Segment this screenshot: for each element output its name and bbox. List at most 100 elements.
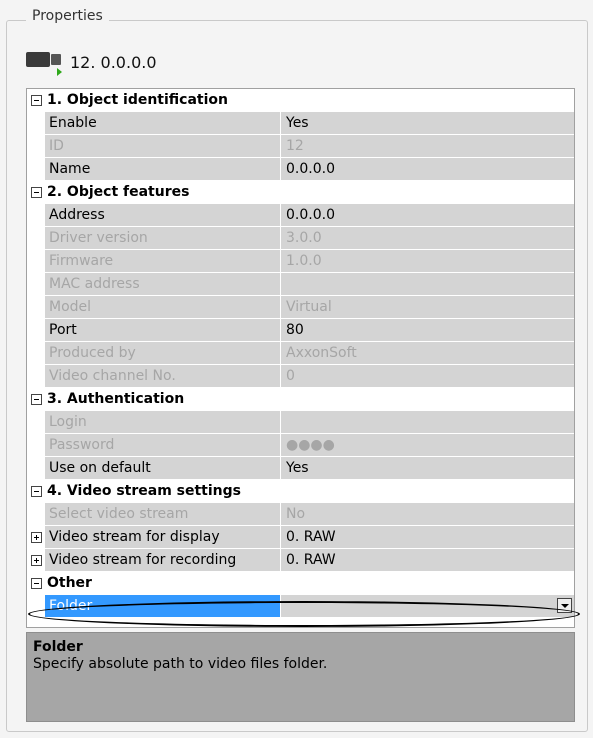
section-other[interactable]: Other bbox=[27, 572, 574, 595]
object-header: 12. 0.0.0.0 bbox=[26, 42, 157, 82]
property-value bbox=[281, 411, 574, 434]
row-indent bbox=[27, 296, 45, 319]
description-pane: Folder Specify absolute path to video fi… bbox=[26, 632, 575, 722]
section-title: 2. Object features bbox=[45, 181, 574, 204]
property-row-id[interactable]: ID 12 bbox=[27, 135, 574, 158]
row-indent bbox=[27, 595, 45, 618]
property-name: Password bbox=[45, 434, 281, 457]
property-row-name[interactable]: Name 0.0.0.0 bbox=[27, 158, 574, 181]
property-value-text: 3.0.0 bbox=[286, 230, 322, 246]
property-name: Login bbox=[45, 411, 281, 434]
property-row-mac-address[interactable]: MAC address bbox=[27, 273, 574, 296]
section-title: 4. Video stream settings bbox=[45, 480, 574, 503]
property-value[interactable]: Yes bbox=[281, 112, 574, 135]
property-name: Use on default bbox=[45, 457, 281, 480]
property-row-video-channel-no[interactable]: Video channel No. 0 bbox=[27, 365, 574, 388]
property-row-enable[interactable]: Enable Yes bbox=[27, 112, 574, 135]
property-value: 3.0.0 bbox=[281, 227, 574, 250]
property-value-text: 0 bbox=[286, 368, 295, 384]
property-name: Video stream for recording bbox=[45, 549, 281, 572]
property-row-firmware[interactable]: Firmware 1.0.0 bbox=[27, 250, 574, 273]
property-value-text: Yes bbox=[286, 115, 309, 131]
row-indent bbox=[27, 204, 45, 227]
property-value-text: No bbox=[286, 506, 306, 522]
property-value: 0 bbox=[281, 365, 574, 388]
row-indent bbox=[27, 319, 45, 342]
section-2-object-features[interactable]: 2. Object features bbox=[27, 181, 574, 204]
collapse-icon[interactable] bbox=[27, 388, 45, 411]
row-indent bbox=[27, 342, 45, 365]
property-value[interactable]: 80 bbox=[281, 319, 574, 342]
property-row-select-video-stream[interactable]: Select video stream No bbox=[27, 503, 574, 526]
expand-icon[interactable] bbox=[27, 526, 45, 549]
expand-icon[interactable] bbox=[27, 549, 45, 572]
property-row-folder[interactable]: Folder bbox=[27, 595, 574, 618]
property-value-text: ●●●● bbox=[286, 437, 335, 453]
dropdown-arrow-icon[interactable] bbox=[557, 598, 572, 613]
property-value[interactable]: 0.0.0.0 bbox=[281, 204, 574, 227]
property-name: Folder bbox=[45, 595, 281, 618]
property-value-text: 80 bbox=[286, 322, 304, 338]
property-row-driver-version[interactable]: Driver version 3.0.0 bbox=[27, 227, 574, 250]
property-row-video-stream-for-recording[interactable]: Video stream for recording 0. RAW bbox=[27, 549, 574, 572]
property-value[interactable] bbox=[281, 595, 574, 618]
property-value: ●●●● bbox=[281, 434, 574, 457]
property-value-text: Yes bbox=[286, 460, 309, 476]
property-value: Virtual bbox=[281, 296, 574, 319]
property-value-text: 0. RAW bbox=[286, 529, 336, 545]
property-row-password[interactable]: Password ●●●● bbox=[27, 434, 574, 457]
property-row-address[interactable]: Address 0.0.0.0 bbox=[27, 204, 574, 227]
row-indent bbox=[27, 135, 45, 158]
collapse-icon[interactable] bbox=[27, 480, 45, 503]
property-row-model[interactable]: Model Virtual bbox=[27, 296, 574, 319]
property-name: Video channel No. bbox=[45, 365, 281, 388]
row-indent bbox=[27, 457, 45, 480]
property-name: MAC address bbox=[45, 273, 281, 296]
section-1-object-identification[interactable]: 1. Object identification bbox=[27, 89, 574, 112]
description-title: Folder bbox=[33, 639, 83, 655]
row-indent bbox=[27, 503, 45, 526]
property-name: Enable bbox=[45, 112, 281, 135]
property-name: Video stream for display bbox=[45, 526, 281, 549]
property-value-text: 12 bbox=[286, 138, 304, 154]
description-text: Specify absolute path to video files fol… bbox=[33, 656, 328, 672]
property-value: 1.0.0 bbox=[281, 250, 574, 273]
property-row-port[interactable]: Port 80 bbox=[27, 319, 574, 342]
property-value-text: 1.0.0 bbox=[286, 253, 322, 269]
section-3-authentication[interactable]: 3. Authentication bbox=[27, 388, 574, 411]
property-row-produced-by[interactable]: Produced by AxxonSoft bbox=[27, 342, 574, 365]
collapse-icon[interactable] bbox=[27, 89, 45, 112]
property-value[interactable]: 0. RAW bbox=[281, 526, 574, 549]
property-name: ID bbox=[45, 135, 281, 158]
property-value: No bbox=[281, 503, 574, 526]
row-indent bbox=[27, 158, 45, 181]
row-indent bbox=[27, 365, 45, 388]
property-value-text: AxxonSoft bbox=[286, 345, 357, 361]
section-title: 3. Authentication bbox=[45, 388, 574, 411]
property-name: Driver version bbox=[45, 227, 281, 250]
property-row-login[interactable]: Login bbox=[27, 411, 574, 434]
property-value[interactable]: Yes bbox=[281, 457, 574, 480]
property-value[interactable]: 0. RAW bbox=[281, 549, 574, 572]
row-indent bbox=[27, 273, 45, 296]
property-value-text: Virtual bbox=[286, 299, 332, 315]
property-value-text: 0.0.0.0 bbox=[286, 161, 335, 177]
property-name: Name bbox=[45, 158, 281, 181]
property-value: 12 bbox=[281, 135, 574, 158]
property-row-video-stream-for-display[interactable]: Video stream for display 0. RAW bbox=[27, 526, 574, 549]
section-title: 1. Object identification bbox=[45, 89, 574, 112]
object-title: 12. 0.0.0.0 bbox=[70, 52, 157, 72]
property-row-use-on-default[interactable]: Use on default Yes bbox=[27, 457, 574, 480]
property-value[interactable]: 0.0.0.0 bbox=[281, 158, 574, 181]
property-value: AxxonSoft bbox=[281, 342, 574, 365]
row-indent bbox=[27, 227, 45, 250]
property-value-text: 0.0.0.0 bbox=[286, 207, 335, 223]
property-name: Port bbox=[45, 319, 281, 342]
property-name: Address bbox=[45, 204, 281, 227]
collapse-icon[interactable] bbox=[27, 572, 45, 595]
section-4-video-stream-settings[interactable]: 4. Video stream settings bbox=[27, 480, 574, 503]
property-value-text: 0. RAW bbox=[286, 552, 336, 568]
section-title: Other bbox=[45, 572, 574, 595]
property-name: Produced by bbox=[45, 342, 281, 365]
collapse-icon[interactable] bbox=[27, 181, 45, 204]
